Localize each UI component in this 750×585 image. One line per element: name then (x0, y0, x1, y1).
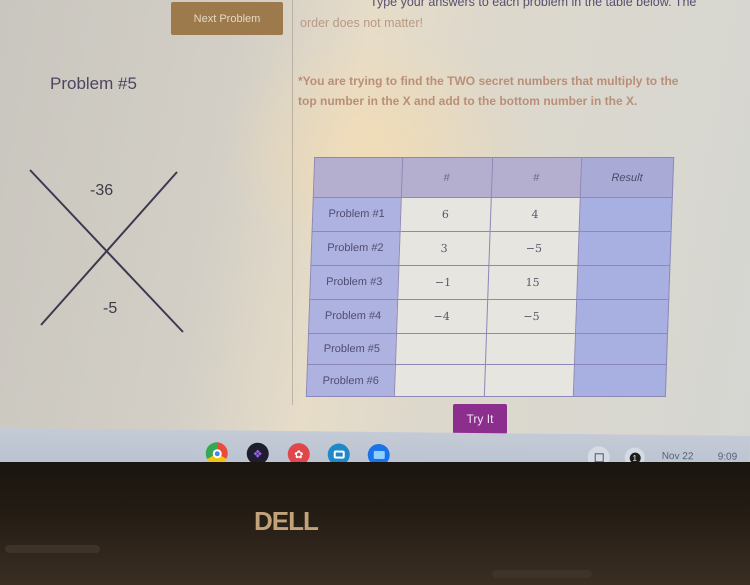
answer-cell-b[interactable] (483, 364, 575, 397)
header-number-2: # (490, 157, 582, 198)
chrome-icon[interactable] (205, 442, 228, 462)
header-number-1: # (401, 157, 493, 198)
row-label: Problem #6 (306, 364, 396, 397)
folder-glyph (373, 450, 385, 460)
x-top-number: -36 (90, 182, 114, 199)
row-label: Problem #1 (312, 197, 402, 232)
palette-glyph: ✿ (294, 448, 304, 461)
answer-cell-b[interactable]: −5 (486, 299, 577, 334)
taskbar-shelf: ❖ ✿ 1 Nov 22 9:09 (0, 428, 750, 462)
chrome-center (212, 448, 222, 458)
instructions-line-1: Type your answers to each problem in the… (370, 0, 697, 9)
answer-cell-a[interactable]: 6 (399, 197, 491, 232)
result-cell (576, 265, 670, 300)
table-row: Problem #3 −1 15 (309, 265, 670, 300)
art-palette-icon[interactable]: ✿ (287, 443, 310, 462)
header-blank (313, 157, 403, 198)
bezel-bumper-right (492, 570, 592, 578)
holding-space-icon[interactable] (587, 446, 610, 462)
table-row: Problem #6 (306, 364, 667, 397)
files-icon[interactable] (367, 443, 390, 462)
table-row: Problem #4 −4 −5 (308, 299, 669, 334)
answer-table: # # Result Problem #1 6 4 Problem #2 3 −… (306, 157, 674, 397)
answer-cell-b[interactable]: −5 (488, 231, 580, 266)
laptop-bezel (0, 462, 750, 585)
holding-space-glyph (594, 452, 604, 462)
date-label[interactable]: Nov 22 (662, 451, 694, 462)
row-label: Problem #3 (309, 265, 399, 300)
dell-logo: DELL (254, 506, 319, 536)
problem-title: Problem #5 (50, 74, 137, 93)
result-cell (578, 231, 672, 266)
row-label: Problem #5 (307, 333, 397, 365)
row-label: Problem #2 (310, 231, 400, 266)
answer-cell-a[interactable]: −1 (397, 265, 489, 300)
instructions-line-2: order does not matter! (300, 16, 423, 30)
table-row: Problem #2 3 −5 (310, 231, 672, 266)
column-divider (292, 0, 293, 405)
table-row: Problem #5 (307, 333, 668, 365)
row-label: Problem #4 (308, 299, 398, 334)
table-row: Problem #1 6 4 (312, 197, 673, 232)
result-cell (579, 197, 673, 232)
header-result: Result (580, 157, 674, 198)
result-cell (574, 333, 668, 365)
try-it-button[interactable]: Try It (453, 404, 507, 434)
answer-cell-b[interactable]: 4 (489, 197, 581, 232)
x-diagram: -36 -5 (25, 160, 190, 335)
answer-cell-a[interactable] (394, 364, 485, 397)
answer-cell-b[interactable]: 15 (487, 265, 579, 300)
result-cell (575, 299, 669, 334)
problem-hint: *You are trying to find the TWO secret n… (298, 74, 679, 108)
figma-glyph: ❖ (252, 448, 263, 461)
time-label[interactable]: 9:09 (718, 452, 738, 462)
figma-icon[interactable]: ❖ (246, 442, 269, 462)
x-bottom-number: -5 (103, 300, 118, 317)
notification-count: 1 (629, 452, 641, 462)
answer-cell-b[interactable] (484, 333, 576, 365)
screencast-icon[interactable] (327, 443, 350, 462)
next-problem-button[interactable]: Next Problem (171, 2, 283, 35)
notification-indicator[interactable]: 1 (624, 447, 645, 462)
try-it-label: Try It (466, 412, 494, 426)
answer-cell-a[interactable] (395, 333, 487, 365)
table-header-row: # # Result (313, 157, 674, 198)
next-problem-label: Next Problem (193, 12, 261, 25)
screen: Next Problem Type your answers to each p… (0, 0, 750, 462)
bezel-bumper-left (5, 545, 100, 553)
screencast-glyph (333, 450, 345, 459)
answer-cell-a[interactable]: −4 (396, 299, 488, 334)
result-cell (573, 364, 667, 397)
answer-cell-a[interactable]: 3 (398, 231, 490, 266)
